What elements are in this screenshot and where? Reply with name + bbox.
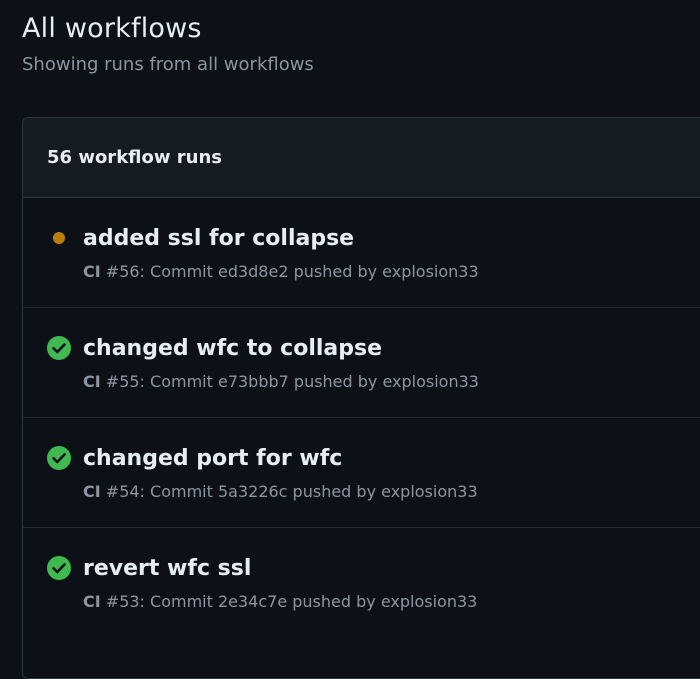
workflow-run-row[interactable]: changed port for wfc CI #54: Commit 5a32… <box>23 418 700 528</box>
page-title: All workflows <box>22 13 202 44</box>
workflow-name: CI <box>83 482 101 501</box>
workflow-run-detail: #56: Commit ed3d8e2 pushed by explosion3… <box>100 262 479 281</box>
workflow-run-title[interactable]: added ssl for collapse <box>83 224 354 254</box>
workflow-run-row[interactable]: added ssl for collapse CI #56: Commit ed… <box>23 198 700 308</box>
workflow-name: CI <box>83 592 101 611</box>
workflow-runs-count: 56 workflow runs <box>47 147 222 168</box>
page-header: All workflows Showing runs from all work… <box>22 10 314 78</box>
check-circle-icon <box>47 336 71 360</box>
workflow-name: CI <box>83 372 101 391</box>
runs-list-header: 56 workflow runs <box>23 118 700 198</box>
check-circle-icon <box>47 556 71 580</box>
in-progress-dot-icon <box>47 226 71 250</box>
workflow-name: CI <box>83 262 101 281</box>
workflow-run-detail: #54: Commit 5a3226c pushed by explosion3… <box>100 482 478 501</box>
workflow-run-meta: CI #55: Commit e73bbb7 pushed by explosi… <box>83 371 479 393</box>
workflow-run-title[interactable]: revert wfc ssl <box>83 554 251 584</box>
workflow-run-detail: #53: Commit 2e34c7e pushed by explosion3… <box>100 592 478 611</box>
workflow-run-meta: CI #54: Commit 5a3226c pushed by explosi… <box>83 481 478 503</box>
workflow-run-title[interactable]: changed port for wfc <box>83 444 342 474</box>
workflow-run-meta: CI #56: Commit ed3d8e2 pushed by explosi… <box>83 261 479 283</box>
check-circle-icon <box>47 446 71 470</box>
workflow-run-detail: #55: Commit e73bbb7 pushed by explosion3… <box>100 372 479 391</box>
workflow-run-title[interactable]: changed wfc to collapse <box>83 334 382 364</box>
workflow-runs-list: 56 workflow runs added ssl for collapse … <box>22 117 700 679</box>
page-subtitle: Showing runs from all workflows <box>22 54 314 75</box>
workflow-run-meta: CI #53: Commit 2e34c7e pushed by explosi… <box>83 591 477 613</box>
workflow-run-row[interactable]: changed wfc to collapse CI #55: Commit e… <box>23 308 700 418</box>
workflow-run-row[interactable]: revert wfc ssl CI #53: Commit 2e34c7e pu… <box>23 528 700 638</box>
